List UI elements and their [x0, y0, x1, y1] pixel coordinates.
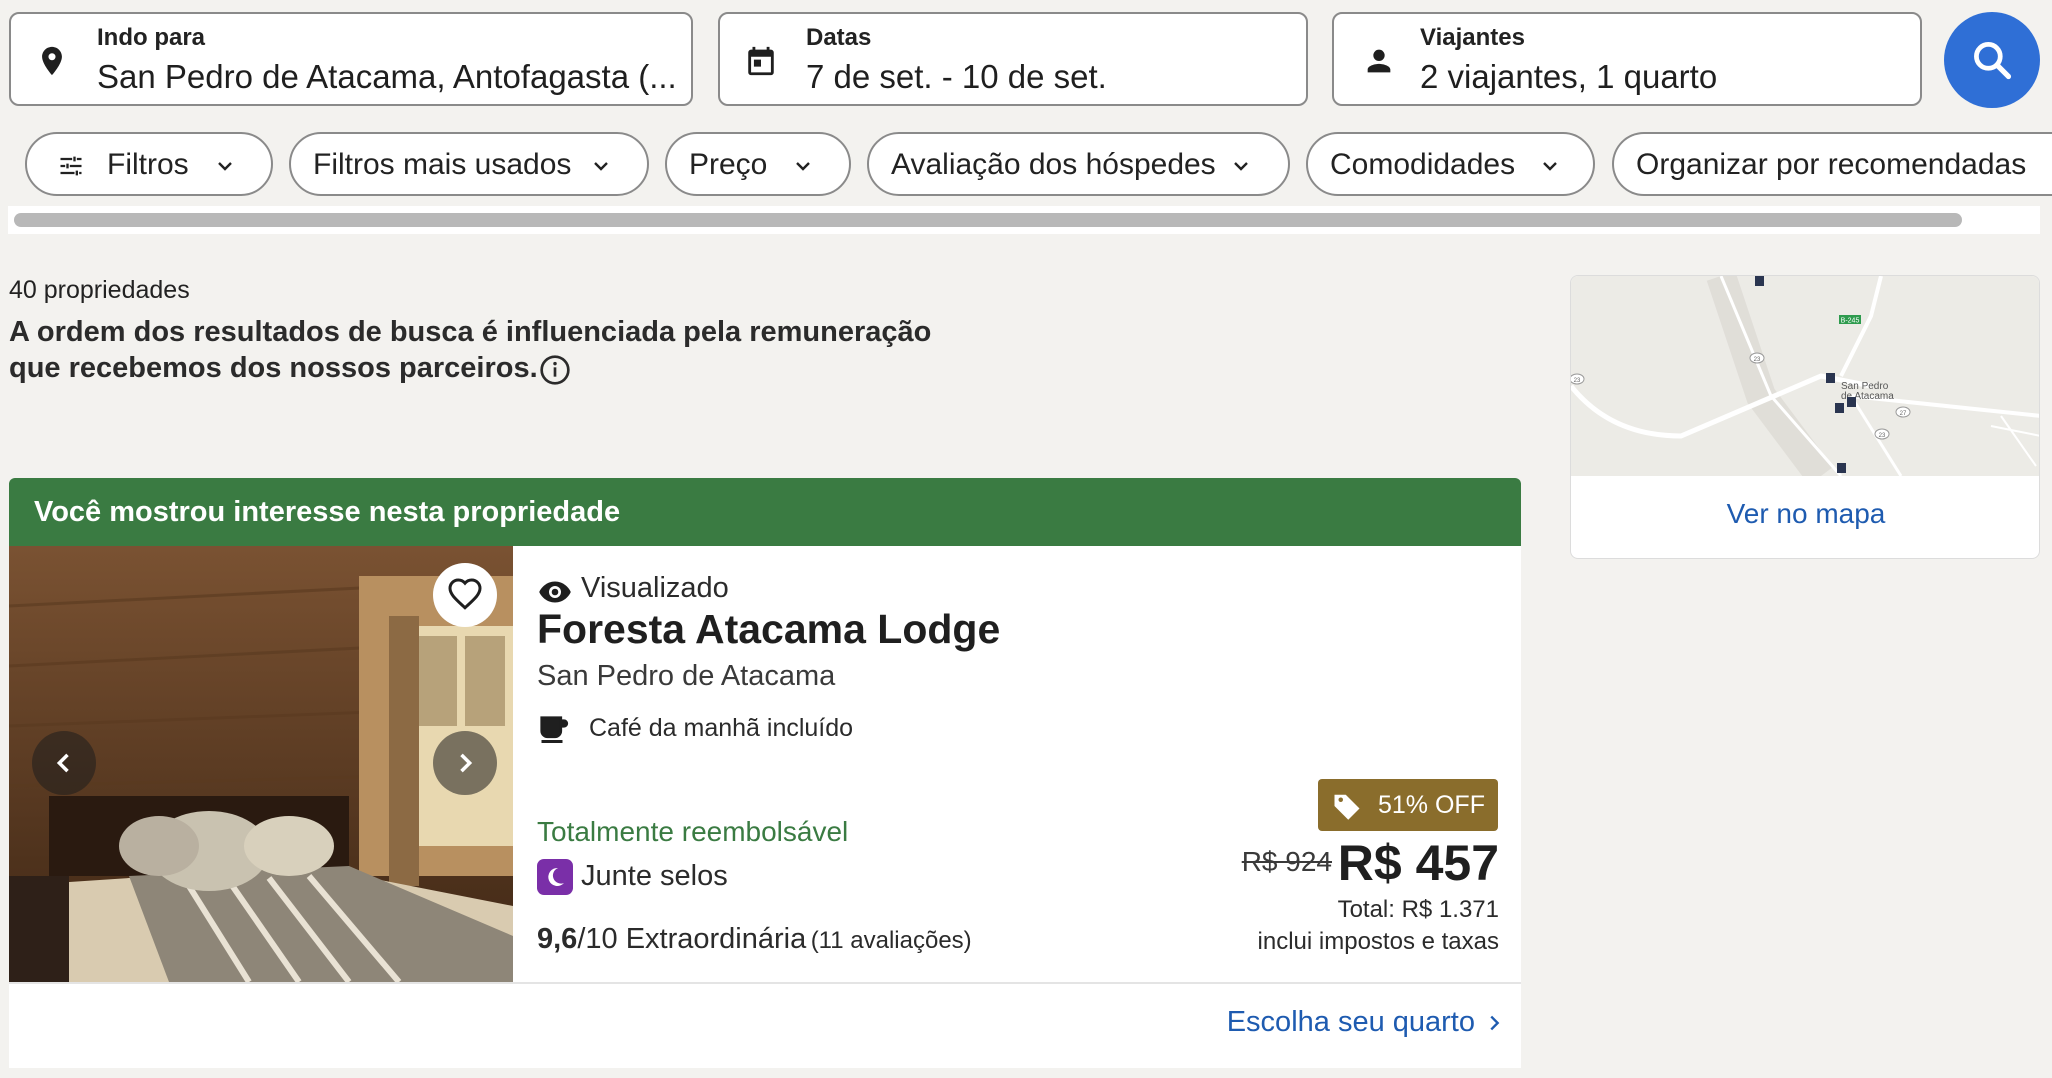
hotel-pin[interactable] [1837, 463, 1846, 473]
eye-icon [539, 581, 571, 603]
location-pin-icon [42, 46, 62, 76]
total-price: Total: R$ 1.371 [1337, 896, 1499, 923]
person-icon [1367, 49, 1391, 73]
sliders-icon [60, 156, 82, 176]
dates-value: 7 de set. - 10 de set. [806, 58, 1107, 95]
rating-score: 9,6 [537, 923, 578, 955]
choose-room-label: Escolha seu quarto [1226, 1006, 1475, 1038]
destination-value: San Pedro de Atacama, Antofagasta (... [97, 58, 677, 95]
chevron-left-icon [56, 753, 69, 773]
rating-scale: /10 Extraordinária [577, 923, 807, 955]
chevron-down-icon [1543, 162, 1557, 171]
guest-rating-pill[interactable]: Avaliação dos hóspedes [867, 132, 1290, 196]
search-icon [1974, 42, 2012, 80]
results-disclaimer-line1: A ordem dos resultados de busca é influe… [9, 316, 932, 348]
destination-field[interactable]: Indo para San Pedro de Atacama, Antofaga… [9, 12, 693, 106]
guest-rating-label: Avaliação dos hóspedes [891, 148, 1216, 181]
dates-label: Datas [806, 24, 872, 51]
map-card[interactable]: B-245 23 23 27 23 San Pedro de Atacama V… [1570, 275, 2040, 559]
dates-field[interactable]: Datas 7 de set. - 10 de set. [718, 12, 1308, 106]
viewed-label: Visualizado [581, 572, 729, 604]
map-road-23b: 23 [1574, 378, 1581, 384]
interest-banner: Você mostrou interesse nesta propriedade [9, 478, 1521, 546]
calendar-icon [748, 46, 774, 76]
property-location: San Pedro de Atacama [537, 660, 836, 692]
chevron-down-icon [1234, 162, 1248, 171]
chevron-down-icon [594, 162, 608, 171]
map-road-23c: 23 [1879, 433, 1886, 439]
popular-filters-label: Filtros mais usados [313, 148, 572, 181]
tag-icon [1334, 794, 1360, 820]
chevron-right-icon [460, 753, 473, 773]
previous-photo-button[interactable] [32, 731, 96, 795]
travelers-label: Viajantes [1420, 24, 1525, 51]
rating: 9,6/10 Extraordinária (11 avaliações) [537, 923, 972, 956]
map-road-27: 27 [1900, 411, 1907, 417]
search-button[interactable] [1944, 12, 2040, 108]
favorite-button[interactable] [433, 563, 497, 627]
property-name[interactable]: Foresta Atacama Lodge [537, 606, 1000, 653]
discount-label: 51% OFF [1378, 791, 1485, 819]
destination-label: Indo para [97, 24, 206, 51]
hotel-pin[interactable] [1826, 373, 1835, 383]
chevron-right-icon [1490, 1015, 1500, 1031]
taxes-note: inclui impostos e taxas [1257, 928, 1499, 955]
next-photo-button[interactable] [433, 731, 497, 795]
info-icon[interactable] [539, 354, 571, 386]
view-on-map-link[interactable]: Ver no mapa [1571, 498, 2039, 530]
rating-count: (11 avaliações) [810, 927, 972, 954]
filters-pill[interactable]: Filtros [25, 132, 273, 196]
travelers-value: 2 viajantes, 1 quarto [1420, 58, 1718, 95]
stamps-label: Junte selos [581, 860, 728, 892]
chevron-down-icon [796, 162, 810, 171]
property-card[interactable]: Visualizado Foresta Atacama Lodge San Pe… [9, 546, 1521, 1068]
stamps-icon [537, 859, 573, 895]
results-disclaimer-line2: que recebemos dos nossos parceiros. [9, 352, 538, 384]
chevron-down-icon [218, 162, 232, 171]
card-divider [9, 982, 1521, 984]
property-photo[interactable] [9, 546, 513, 982]
travelers-field[interactable]: Viajantes 2 viajantes, 1 quarto [1332, 12, 1922, 106]
amenities-pill[interactable]: Comodidades [1306, 132, 1595, 196]
hotel-pin[interactable] [1835, 403, 1844, 413]
moon-icon [548, 867, 564, 886]
sort-pill[interactable]: Organizar por recomendadas [1612, 132, 2052, 196]
amenities-label: Comodidades [1330, 148, 1516, 181]
interest-banner-text: Você mostrou interesse nesta propriedade [34, 496, 621, 528]
filters-pill-label: Filtros [107, 148, 189, 181]
map-road-23a: 23 [1754, 357, 1761, 363]
discount-badge: 51% OFF [1318, 779, 1498, 831]
results-count: 40 propriedades [9, 276, 190, 304]
price-pill-label: Preço [689, 148, 768, 181]
map-preview[interactable]: B-245 23 23 27 23 San Pedro de Atacama [1571, 276, 2040, 476]
breakfast-label: Café da manhã incluído [589, 714, 854, 742]
popular-filters-pill[interactable]: Filtros mais usados [289, 132, 649, 196]
filters-scrollbar[interactable] [14, 213, 1962, 227]
coffee-cup-icon [540, 716, 569, 743]
hotel-pin[interactable] [1847, 397, 1856, 407]
hotel-pin[interactable] [1755, 276, 1764, 286]
choose-room-link[interactable]: Escolha seu quarto [1109, 1006, 1509, 1046]
refundable-label: Totalmente reembolsável [537, 816, 849, 847]
sort-label: Organizar por recomendadas [1636, 148, 2027, 181]
heart-icon [448, 578, 482, 610]
price-pill[interactable]: Preço [665, 132, 851, 196]
current-price: R$ 457 [1337, 835, 1499, 891]
map-road-b245: B-245 [1841, 318, 1860, 325]
